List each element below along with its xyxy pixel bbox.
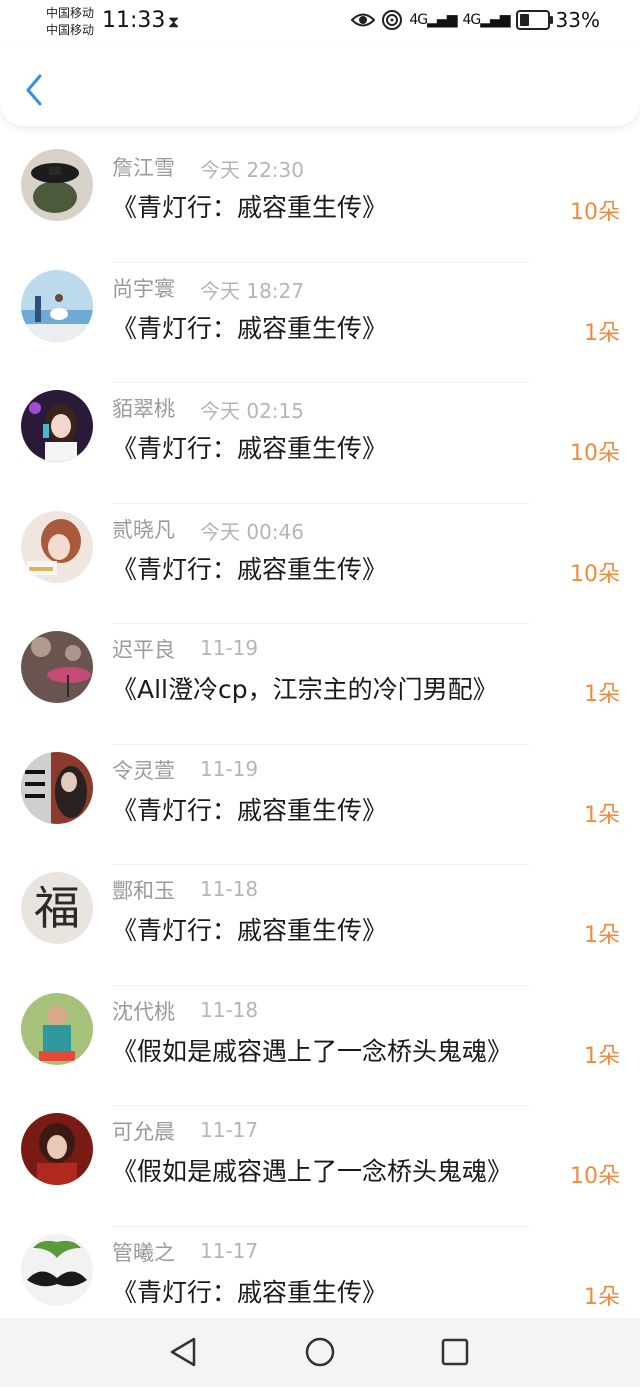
carrier-2: 中国移动 [46, 23, 95, 37]
gift-list: 詹江雪 今天 22:30 《青灯行：戚容重生传》 10朵 尚宇寰 今天 18:2… [0, 142, 640, 1347]
flower-count: 1朵 [584, 682, 620, 707]
flower-count: 1朵 [584, 1043, 620, 1069]
book-title[interactable]: 《青灯行：戚容重生传》 [112, 429, 387, 465]
carrier-1: 中国移动 [46, 6, 95, 20]
gift-time: 今天 22:30 [200, 158, 304, 182]
list-item[interactable]: 迟平良 11-19 《All澄冷cp，江宗主的冷门男配》 1朵 [0, 624, 640, 745]
list-item[interactable]: 沈代桃 11-18 《假如是戚容遇上了一念桥头鬼魂》 1朵 [0, 986, 640, 1106]
book-title[interactable]: 《青灯行：戚容重生传》 [112, 309, 387, 345]
sender-name: 迟平良 [112, 638, 175, 662]
nav-recents-button[interactable] [440, 1336, 470, 1372]
book-title[interactable]: 《青灯行：戚容重生传》 [112, 188, 387, 224]
book-title[interactable]: 《青灯行：戚容重生传》 [112, 791, 387, 827]
gift-time: 11-17 [200, 1118, 259, 1142]
avatar[interactable] [21, 631, 93, 703]
gift-time: 11-19 [200, 636, 259, 660]
sender-name: 令灵萱 [112, 758, 175, 783]
system-nav-bar [0, 1318, 640, 1387]
gift-time: 11-18 [200, 997, 259, 1022]
flower-count: 10朵 [570, 561, 620, 587]
chevron-left-icon [26, 74, 42, 106]
header-bar [0, 44, 640, 126]
avatar[interactable] [21, 390, 93, 462]
avatar[interactable] [21, 269, 93, 342]
sender-name: 管曦之 [112, 1240, 175, 1265]
gift-time: 今天 18:27 [200, 278, 304, 303]
avatar[interactable] [21, 751, 93, 824]
nav-back-button[interactable] [168, 1336, 198, 1372]
list-item[interactable]: 詹江雪 今天 22:30 《青灯行：戚容重生传》 10朵 [0, 142, 640, 263]
flower-count: 1朵 [584, 802, 620, 828]
status-icons: 4G▂▄▆ 4G▂▄▆ 33% [351, 8, 600, 32]
eye-icon [351, 13, 376, 27]
book-title[interactable]: 《All澄冷cp，江宗主的冷门男配》 [112, 670, 498, 706]
book-title[interactable]: 《青灯行：戚容重生传》 [112, 911, 387, 947]
flower-count: 10朵 [570, 441, 620, 466]
avatar[interactable] [21, 510, 93, 583]
avatar[interactable] [21, 1113, 93, 1185]
avatar-glyph: 福 [34, 881, 80, 935]
book-title[interactable]: 《青灯行：戚容重生传》 [112, 1273, 387, 1309]
avatar[interactable]: 福 [21, 872, 93, 944]
nav-home-button[interactable] [304, 1336, 336, 1372]
sender-name: 沈代桃 [112, 999, 175, 1024]
gift-time: 今天 00:46 [200, 519, 304, 544]
sender-name: 尚宇寰 [112, 276, 175, 301]
gift-time: 11-17 [200, 1238, 259, 1263]
flower-count: 1朵 [584, 320, 620, 346]
signal-2-icon: 4G▂▄▆ [462, 12, 510, 28]
sender-name: 贰晓凡 [112, 517, 175, 542]
gift-time: 今天 02:15 [200, 399, 304, 423]
signal-1-icon: 4G▂▄▆ [409, 12, 457, 28]
book-title[interactable]: 《假如是戚容遇上了一念桥头鬼魂》 [112, 1152, 512, 1188]
flower-count: 10朵 [570, 200, 620, 225]
list-item[interactable]: 貊翠桃 今天 02:15 《青灯行：戚容重生传》 10朵 [0, 383, 640, 504]
list-item[interactable]: 令灵萱 11-19 《青灯行：戚容重生传》 1朵 [0, 745, 640, 865]
gift-time: 11-18 [200, 877, 259, 901]
avatar[interactable] [21, 149, 93, 221]
flower-count: 1朵 [584, 923, 620, 948]
hotspot-icon [382, 10, 403, 30]
sender-name: 酆和玉 [112, 879, 175, 903]
carrier-info: 中国移动 中国移动 [46, 5, 94, 39]
sender-name: 可允晨 [112, 1120, 175, 1144]
avatar[interactable] [21, 1233, 93, 1306]
flower-count: 1朵 [584, 1284, 620, 1310]
book-title[interactable]: 《青灯行：戚容重生传》 [112, 550, 387, 586]
back-button[interactable] [20, 70, 50, 110]
flower-count: 10朵 [570, 1164, 620, 1189]
list-item[interactable]: 尚宇寰 今天 18:27 《青灯行：戚容重生传》 1朵 [0, 263, 640, 383]
square-recents-icon [441, 1338, 469, 1366]
status-time: 11:33 [102, 8, 166, 33]
battery-icon [515, 10, 553, 30]
list-item[interactable]: 可允晨 11-17 《假如是戚容遇上了一念桥头鬼魂》 10朵 [0, 1106, 640, 1227]
gift-time: 11-19 [200, 756, 259, 781]
triangle-back-icon [170, 1337, 196, 1367]
list-item[interactable]: 贰晓凡 今天 00:46 《青灯行：戚容重生传》 10朵 [0, 504, 640, 624]
battery-percent: 33% [555, 8, 600, 32]
sender-name: 貊翠桃 [112, 397, 175, 421]
status-bar: 中国移动 中国移动 11:33 ⧗ 4G▂▄▆ 4G▂▄▆ 33% [0, 0, 640, 44]
list-item[interactable]: 福 酆和玉 11-18 《青灯行：戚容重生传》 1朵 [0, 865, 640, 986]
hourglass-icon: ⧗ [168, 12, 180, 31]
sender-name: 詹江雪 [112, 156, 175, 180]
avatar[interactable] [21, 992, 93, 1065]
book-title[interactable]: 《假如是戚容遇上了一念桥头鬼魂》 [112, 1032, 512, 1068]
circle-home-icon [305, 1337, 335, 1367]
